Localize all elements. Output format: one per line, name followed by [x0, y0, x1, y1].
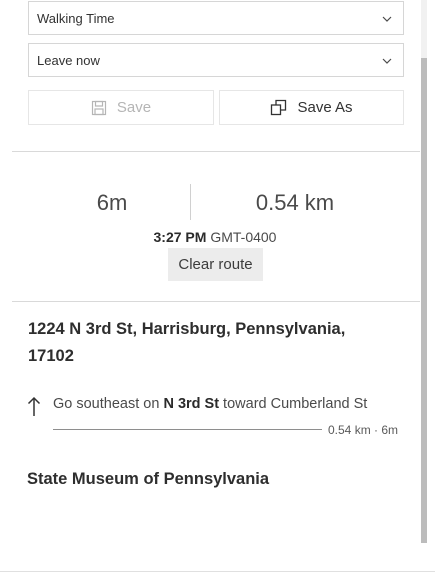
arrival-time-value: 3:27 PM [153, 229, 207, 245]
section-divider [12, 151, 420, 152]
chevron-down-icon [382, 16, 392, 22]
step-divider [53, 429, 322, 430]
travel-mode-value: Walking Time [37, 10, 115, 26]
arrival-time: 3:27 PM GMT-0400 [0, 229, 430, 245]
departure-time-value: Leave now [37, 52, 100, 68]
destination-name: State Museum of Pennsylvania [27, 470, 270, 488]
arrow-up-icon [27, 396, 41, 416]
bottom-border [0, 571, 435, 572]
scrollbar-thumb[interactable] [421, 58, 427, 543]
section-divider [12, 301, 420, 302]
route-duration: 6m [96, 190, 128, 215]
route-distance: 0.54 km [255, 190, 335, 215]
save-label: Save [116, 99, 152, 116]
step-text-after: toward Cumberland St [219, 396, 368, 412]
summary-separator [190, 184, 191, 220]
save-as-label: Save As [297, 99, 353, 116]
origin-address: 1224 N 3rd St, Harrisburg, Pennsylvania,… [28, 320, 346, 365]
step-distance-time: 0.54 km · 6m [328, 423, 399, 437]
chevron-down-icon [382, 58, 392, 64]
step-text-before: Go southeast on [53, 396, 164, 412]
direction-step[interactable]: Go southeast on N 3rd St toward Cumberla… [53, 396, 367, 412]
clear-route-button[interactable]: Clear route [168, 248, 263, 281]
save-as-icon [271, 99, 287, 116]
save-icon [91, 100, 106, 115]
departure-time-select[interactable]: Leave now [28, 43, 404, 77]
arrival-timezone: GMT-0400 [210, 229, 277, 245]
travel-mode-select[interactable]: Walking Time [28, 1, 404, 35]
step-street: N 3rd St [163, 396, 220, 412]
save-as-button[interactable]: Save As [219, 90, 404, 125]
save-button[interactable]: Save [28, 90, 214, 125]
directions-panel: Walking Time Leave now Save Save As 6m 0… [0, 0, 435, 573]
